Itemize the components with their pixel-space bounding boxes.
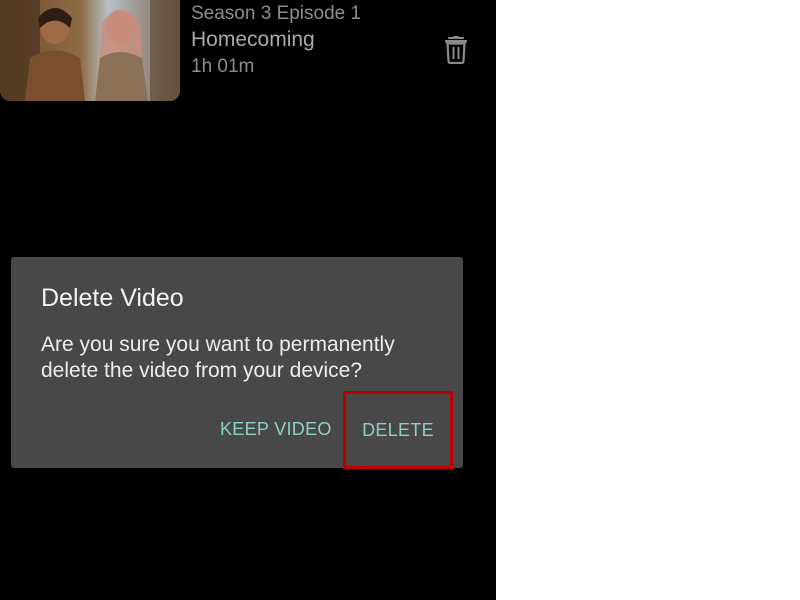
episode-thumbnail-image bbox=[0, 0, 180, 101]
app-screen: Season 3 Episode 1 Homecoming 1h 01m Del… bbox=[0, 0, 496, 600]
downloaded-episode-row[interactable]: Season 3 Episode 1 Homecoming 1h 01m bbox=[0, 0, 496, 110]
episode-info: Season 3 Episode 1 Homecoming 1h 01m bbox=[191, 2, 361, 80]
keep-video-button[interactable]: KEEP VIDEO bbox=[220, 419, 332, 440]
dialog-title: Delete Video bbox=[41, 284, 184, 312]
dialog-message: Are you sure you want to permanently del… bbox=[41, 333, 395, 382]
trash-icon[interactable] bbox=[444, 36, 468, 65]
episode-title: Homecoming bbox=[191, 28, 315, 51]
delete-video-dialog: Delete Video Are you sure you want to pe… bbox=[11, 257, 463, 469]
delete-button[interactable]: DELETE bbox=[343, 391, 453, 469]
episode-duration: 1h 01m bbox=[191, 56, 255, 77]
episode-thumbnail[interactable] bbox=[0, 0, 180, 101]
episode-season-label: Season 3 Episode 1 bbox=[191, 3, 362, 24]
